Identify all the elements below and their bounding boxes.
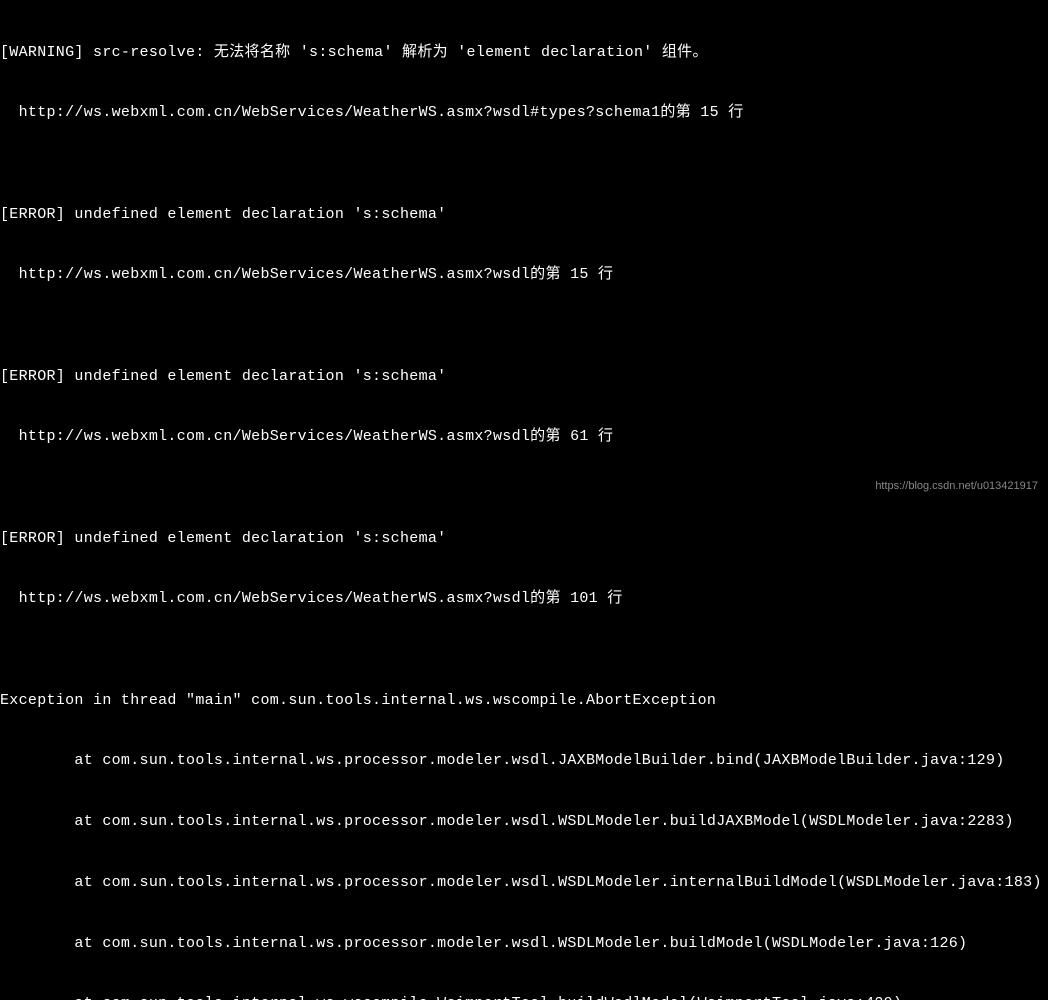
stacktrace-line: at com.sun.tools.internal.ws.processor.m… — [0, 873, 1048, 893]
log-line: http://ws.webxml.com.cn/WebServices/Weat… — [0, 103, 1048, 123]
stacktrace-line: at com.sun.tools.internal.ws.processor.m… — [0, 751, 1048, 771]
log-line: [ERROR] undefined element declaration 's… — [0, 367, 1048, 387]
log-line: [ERROR] undefined element declaration 's… — [0, 529, 1048, 549]
watermark-text: https://blog.csdn.net/u013421917 — [875, 479, 1038, 494]
stacktrace-line: at com.sun.tools.internal.ws.processor.m… — [0, 934, 1048, 954]
stacktrace-line: at com.sun.tools.internal.ws.processor.m… — [0, 812, 1048, 832]
stacktrace-line: at com.sun.tools.internal.ws.wscompile.W… — [0, 994, 1048, 1000]
log-line: [ERROR] undefined element declaration 's… — [0, 205, 1048, 225]
log-line: Exception in thread "main" com.sun.tools… — [0, 691, 1048, 711]
log-line: http://ws.webxml.com.cn/WebServices/Weat… — [0, 427, 1048, 447]
log-line: http://ws.webxml.com.cn/WebServices/Weat… — [0, 265, 1048, 285]
terminal-output: [WARNING] src-resolve: 无法将名称 's:schema' … — [0, 2, 1048, 1000]
log-line: http://ws.webxml.com.cn/WebServices/Weat… — [0, 589, 1048, 609]
log-line: [WARNING] src-resolve: 无法将名称 's:schema' … — [0, 43, 1048, 63]
